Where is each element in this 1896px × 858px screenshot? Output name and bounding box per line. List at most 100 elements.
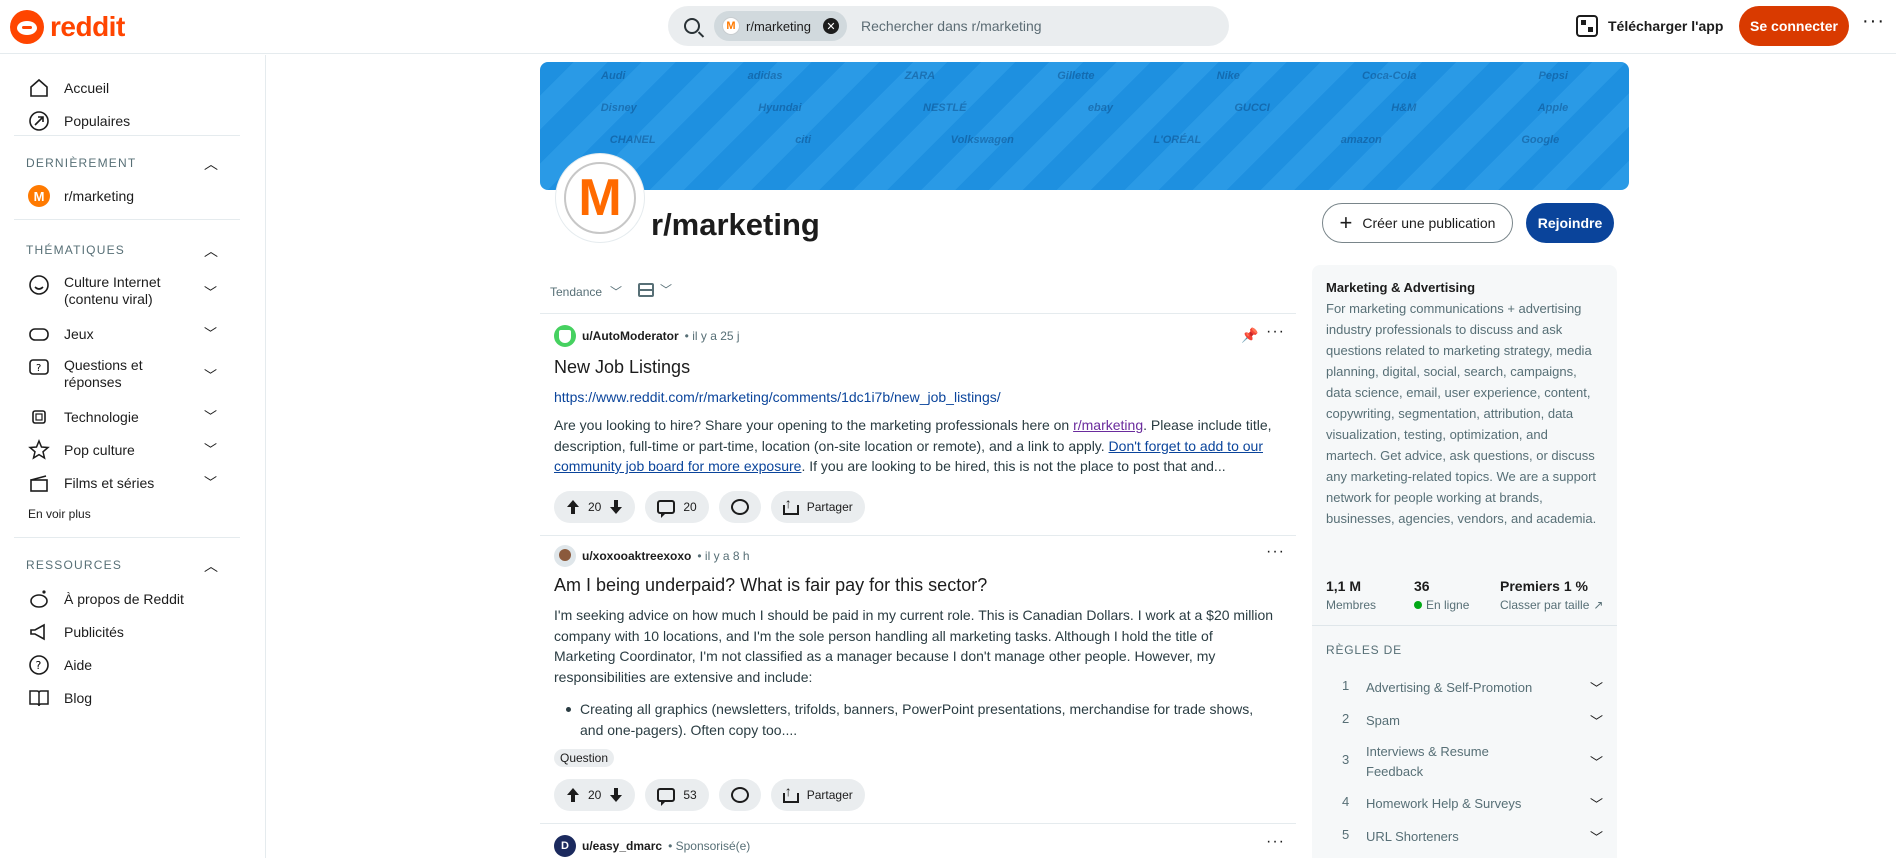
comments-button[interactable]: 53 bbox=[645, 779, 709, 811]
post-card[interactable]: u/xoxooaktreexoxo • il y a 8 h ··· Am I … bbox=[540, 535, 1296, 823]
comment-icon bbox=[657, 500, 676, 518]
chevron-down-icon[interactable]: ﹀ bbox=[204, 406, 217, 425]
get-app-button[interactable]: Télécharger l'app bbox=[1568, 6, 1737, 46]
upvote-icon[interactable] bbox=[566, 788, 580, 802]
see-more-link[interactable]: En voir plus bbox=[28, 507, 91, 521]
sidebar-item-r-marketing[interactable]: M r/marketing bbox=[28, 185, 134, 207]
subreddit-link[interactable]: r/marketing bbox=[1073, 417, 1143, 433]
comment-icon bbox=[657, 788, 676, 806]
sort-dropdown[interactable]: Tendance ﹀ bbox=[550, 283, 622, 300]
view-toggle[interactable]: ﹀ bbox=[638, 281, 672, 298]
chevron-up-icon[interactable]: ︿ bbox=[204, 556, 218, 576]
sidebar-item-popular[interactable]: Populaires bbox=[28, 110, 130, 132]
sidebar-item-games[interactable]: Jeux bbox=[28, 323, 94, 345]
post-meta: u/AutoModerator • il y a 25 j bbox=[554, 325, 740, 347]
sidebar-item-ads[interactable]: Publicités bbox=[28, 621, 124, 643]
remove-scope-icon[interactable]: ✕ bbox=[823, 18, 840, 34]
post-card[interactable]: D u/easy_dmarc • Sponsorisé(e) ··· bbox=[540, 823, 1296, 858]
home-icon bbox=[30, 78, 48, 97]
post-card[interactable]: u/AutoModerator • il y a 25 j 📌 ··· New … bbox=[540, 313, 1296, 535]
search-bar[interactable]: M r/marketing ✕ Rechercher dans r/market… bbox=[668, 6, 1229, 46]
chevron-down-icon: ﹀ bbox=[1590, 755, 1604, 770]
subreddit-title: r/marketing bbox=[651, 207, 820, 242]
downvote-icon[interactable] bbox=[609, 788, 623, 802]
chevron-down-icon[interactable]: ﹀ bbox=[204, 282, 217, 301]
chip-icon bbox=[32, 410, 46, 424]
online-stat: 36 En ligne bbox=[1414, 578, 1469, 612]
advertiser-avatar-icon[interactable]: D bbox=[554, 835, 576, 857]
post-time: • Sponsorisé(e) bbox=[668, 839, 751, 853]
post-author[interactable]: u/xoxooaktreexoxo bbox=[582, 549, 691, 563]
sidebar-item-blog[interactable]: Blog bbox=[28, 687, 92, 709]
sidebar-divider bbox=[14, 135, 240, 136]
post-time: • il y a 8 h bbox=[697, 549, 750, 563]
award-button[interactable] bbox=[718, 779, 761, 811]
share-label: Partager bbox=[806, 500, 853, 514]
chevron-down-icon: ﹀ bbox=[1590, 830, 1604, 845]
user-avatar-icon[interactable] bbox=[554, 545, 576, 567]
sidebar-item-home[interactable]: Accueil bbox=[28, 77, 109, 99]
subreddit-avatar: M bbox=[556, 154, 644, 242]
sidebar-item-about[interactable]: À propos de Reddit bbox=[28, 588, 184, 610]
chevron-down-icon[interactable]: ﹀ bbox=[204, 365, 217, 384]
share-button[interactable]: Partager bbox=[770, 779, 865, 811]
post-title[interactable]: New Job Listings bbox=[554, 357, 690, 378]
recent-section-header[interactable]: DERNIÈREMENT bbox=[26, 156, 136, 170]
sidebar-item-qa[interactable]: ? Questions et réponses bbox=[28, 357, 154, 391]
online-dot-icon bbox=[1414, 601, 1422, 609]
comments-button[interactable]: 20 bbox=[645, 491, 709, 523]
vote-control: 20 bbox=[554, 779, 636, 811]
post-author[interactable]: u/easy_dmarc bbox=[582, 839, 662, 853]
reddit-logo[interactable]: reddit bbox=[10, 10, 125, 44]
about-community-panel: Marketing & Advertising For marketing co… bbox=[1312, 265, 1617, 858]
rank-stat[interactable]: Premiers 1 % Classer par taille ↗ bbox=[1500, 578, 1603, 612]
automoderator-avatar-icon[interactable] bbox=[554, 325, 576, 347]
share-icon bbox=[782, 783, 799, 803]
sidebar-item-label: Pop culture bbox=[64, 442, 135, 458]
vote-count: 20 bbox=[588, 788, 602, 802]
banner-brand-row: CHANEL citi Volkswagen L'ORÉAL amazon Google bbox=[609, 134, 1560, 146]
join-button[interactable]: Rejoindre bbox=[1526, 203, 1614, 243]
chevron-down-icon: ﹀ bbox=[660, 283, 673, 297]
chevron-up-icon[interactable]: ︿ bbox=[204, 241, 218, 261]
search-scope-chip[interactable]: M r/marketing ✕ bbox=[714, 11, 848, 41]
post-flair[interactable]: Question bbox=[554, 749, 615, 767]
upvote-icon[interactable] bbox=[566, 500, 580, 514]
sidebar-item-technology[interactable]: Technologie bbox=[28, 406, 139, 428]
community-title: Marketing & Advertising bbox=[1326, 280, 1476, 295]
search-input[interactable]: Rechercher dans r/marketing bbox=[861, 18, 1042, 34]
more-options-icon[interactable]: ··· bbox=[1862, 10, 1885, 33]
login-button[interactable]: Se connecter bbox=[1739, 6, 1849, 46]
rank-label: Classer par taille bbox=[1500, 598, 1590, 612]
chevron-down-icon[interactable]: ﹀ bbox=[204, 323, 217, 342]
downvote-icon[interactable] bbox=[609, 500, 623, 514]
question-bubble-icon: ? bbox=[29, 359, 49, 375]
svg-text:?: ? bbox=[36, 363, 41, 374]
award-button[interactable] bbox=[718, 491, 761, 523]
topics-section-header[interactable]: THÉMATIQUES bbox=[26, 243, 125, 257]
post-title[interactable]: Am I being underpaid? What is fair pay f… bbox=[554, 575, 987, 596]
sidebar-item-label: Questions et réponses bbox=[64, 357, 143, 390]
chevron-down-icon[interactable]: ﹀ bbox=[204, 472, 217, 491]
rule-item[interactable]: 5 URL Shorteners ﹀ bbox=[1326, 817, 1604, 857]
get-app-label: Télécharger l'app bbox=[1608, 18, 1724, 34]
vote-count: 20 bbox=[588, 500, 602, 514]
post-author[interactable]: u/AutoModerator bbox=[582, 329, 679, 343]
sidebar-item-help[interactable]: ? Aide bbox=[28, 654, 92, 676]
rule-item[interactable]: 2 Spam ﹀ bbox=[1326, 701, 1603, 741]
more-options-icon[interactable]: ··· bbox=[1266, 323, 1285, 341]
sidebar-item-movies[interactable]: Films et séries bbox=[28, 472, 154, 494]
more-options-icon[interactable]: ··· bbox=[1266, 833, 1285, 851]
share-button[interactable]: Partager bbox=[770, 491, 865, 523]
sidebar-item-internet-culture[interactable]: Culture Internet (contenu viral) bbox=[28, 274, 184, 308]
chevron-down-icon[interactable]: ﹀ bbox=[204, 439, 217, 458]
resources-section-header[interactable]: RESSOURCES bbox=[26, 558, 122, 572]
sidebar-item-pop-culture[interactable]: Pop culture bbox=[28, 439, 135, 461]
more-options-icon[interactable]: ··· bbox=[1266, 543, 1285, 561]
post-link[interactable]: https://www.reddit.com/r/marketing/comme… bbox=[554, 389, 1001, 405]
megaphone-icon bbox=[30, 623, 45, 641]
chevron-down-icon: ﹀ bbox=[1590, 797, 1604, 812]
create-post-button[interactable]: + Créer une publication bbox=[1322, 203, 1513, 243]
sidebar-item-label: Accueil bbox=[64, 80, 110, 96]
chevron-up-icon[interactable]: ︿ bbox=[204, 154, 218, 174]
